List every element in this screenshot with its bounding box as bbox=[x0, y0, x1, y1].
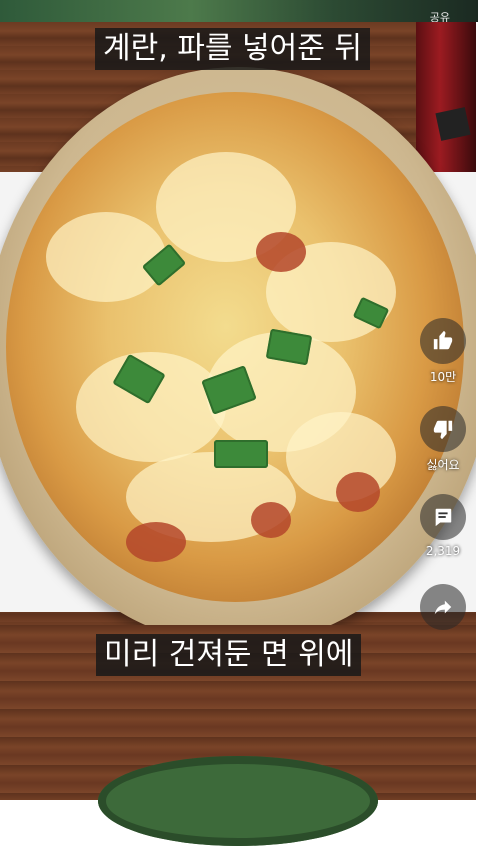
subtitle-caption-next: 미리 건져둔 면 위에 bbox=[96, 634, 362, 676]
green-bowl bbox=[98, 756, 378, 846]
share-arrow-icon bbox=[434, 600, 452, 615]
dislike-button[interactable]: 싫어요 bbox=[418, 406, 468, 473]
share-button[interactable] bbox=[418, 584, 468, 630]
like-count: 10만 bbox=[429, 370, 457, 384]
scallion-piece bbox=[214, 440, 268, 468]
thumbs-down-icon bbox=[433, 420, 453, 440]
thumbs-up-icon bbox=[433, 330, 453, 350]
like-button[interactable]: 10만 bbox=[418, 318, 468, 385]
subtitle-caption: 계란, 파를 넣어준 뒤 bbox=[95, 28, 370, 70]
comment-button[interactable]: 2,319 bbox=[418, 494, 468, 558]
ramen-soup bbox=[6, 92, 464, 602]
comment-icon bbox=[435, 508, 452, 527]
video-frame[interactable] bbox=[0, 22, 476, 625]
comment-count: 2,319 bbox=[425, 544, 461, 558]
previous-video-strip bbox=[0, 0, 478, 22]
dislike-label: 싫어요 bbox=[426, 458, 460, 472]
